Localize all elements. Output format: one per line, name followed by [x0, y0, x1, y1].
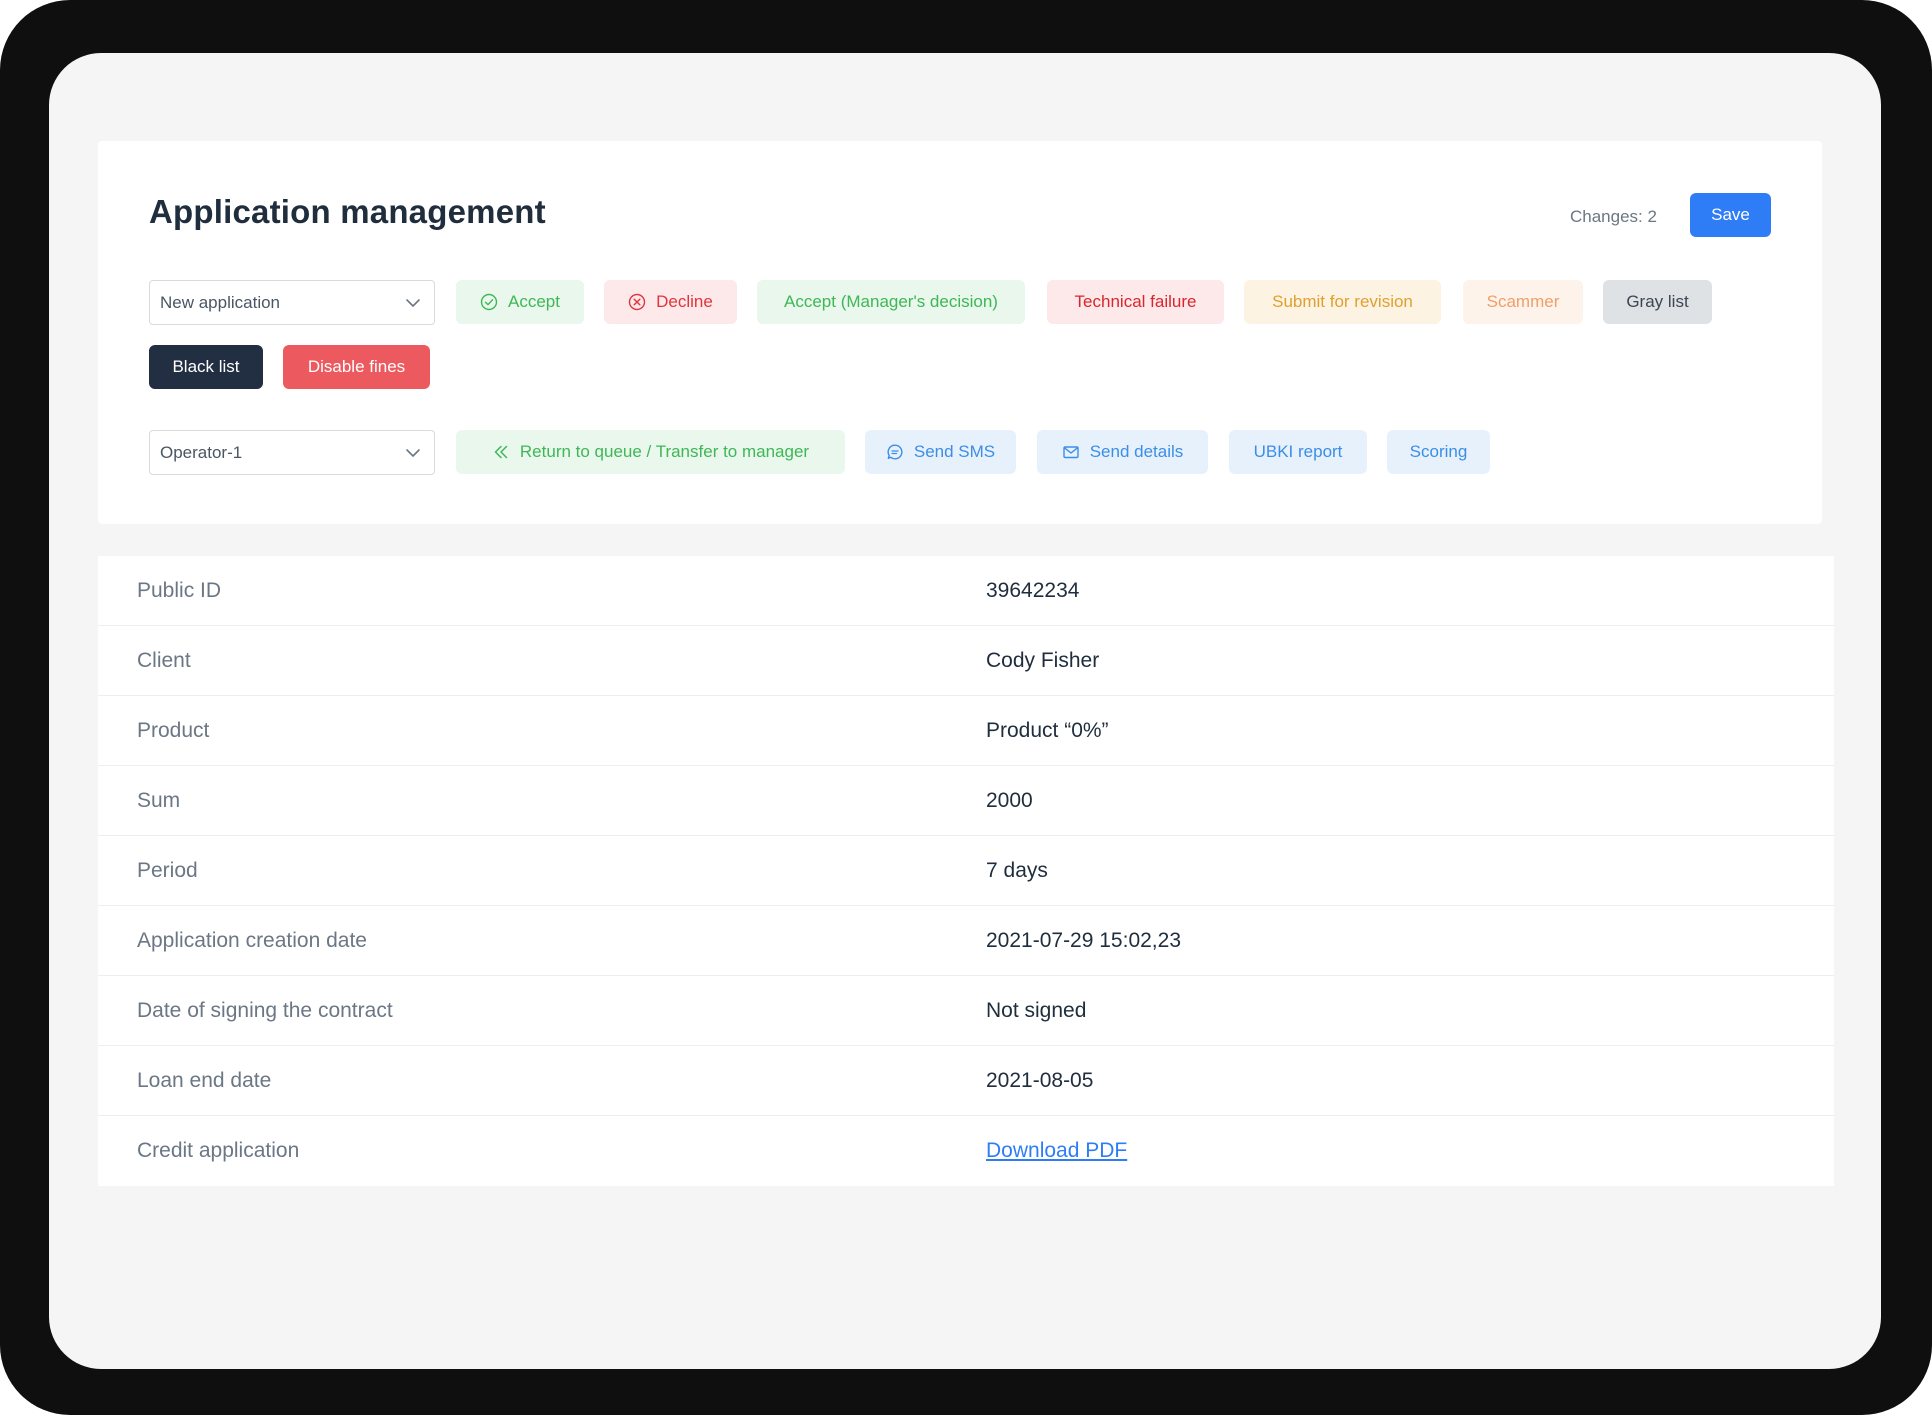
submit-for-revision-label: Submit for revision — [1272, 292, 1413, 311]
period-value: 7 days — [986, 858, 1048, 882]
sum-label: Sum — [137, 788, 181, 812]
technical-failure-label: Technical failure — [1074, 292, 1197, 311]
chat-bubble-icon — [887, 444, 903, 460]
sum-value: 2000 — [986, 788, 1033, 812]
accept-button[interactable]: Accept — [456, 280, 584, 324]
creation-date-label: Application creation date — [137, 928, 367, 952]
chevron-down-icon — [406, 299, 420, 307]
send-details-label: Send details — [1089, 442, 1184, 461]
close-circle-icon — [628, 293, 646, 311]
signing-date-value: Not signed — [986, 998, 1087, 1022]
details-row-sum: Sum 2000 — [98, 766, 1834, 836]
return-to-queue-button[interactable]: Return to queue / Transfer to manager — [456, 430, 845, 474]
check-circle-icon — [480, 293, 498, 311]
details-row-loan-end-date: Loan end date 2021-08-05 — [98, 1046, 1834, 1116]
loan-end-date-label: Loan end date — [137, 1068, 272, 1092]
black-list-button[interactable]: Black list — [149, 345, 263, 389]
accept-manager-label: Accept (Manager's decision) — [784, 292, 998, 311]
application-management-panel: Application management Changes: 2 Save N… — [98, 141, 1822, 524]
return-to-queue-label: Return to queue / Transfer to manager — [519, 442, 810, 461]
details-row-period: Period 7 days — [98, 836, 1834, 906]
details-row-signing-date: Date of signing the contract Not signed — [98, 976, 1834, 1046]
application-details-table: Public ID 39642234 Client Cody Fisher Pr… — [98, 556, 1834, 1186]
mail-icon — [1063, 446, 1079, 459]
decline-button[interactable]: Decline — [604, 280, 737, 324]
disable-fines-button[interactable]: Disable fines — [283, 345, 430, 389]
details-row-client: Client Cody Fisher — [98, 626, 1834, 696]
send-sms-button[interactable]: Send SMS — [865, 430, 1016, 474]
details-row-creation-date: Application creation date 2021-07-29 15:… — [98, 906, 1834, 976]
signing-date-label: Date of signing the contract — [137, 998, 393, 1022]
credit-application-label: Credit application — [137, 1139, 300, 1162]
client-value: Cody Fisher — [986, 648, 1100, 672]
accept-manager-decision-button[interactable]: Accept (Manager's decision) — [757, 280, 1025, 324]
details-row-public-id: Public ID 39642234 — [98, 556, 1834, 626]
black-list-label: Black list — [172, 357, 240, 376]
scoring-label: Scoring — [1409, 442, 1468, 461]
operator-select[interactable]: Operator-1 — [149, 430, 435, 475]
decline-label: Decline — [656, 292, 713, 311]
save-button[interactable]: Save — [1690, 193, 1771, 237]
creation-date-value: 2021-07-29 15:02,23 — [986, 928, 1181, 952]
status-select-value: New application — [160, 292, 281, 312]
changes-counter: Changes: 2 — [1570, 207, 1657, 226]
status-select[interactable]: New application — [149, 280, 435, 325]
gray-list-label: Gray list — [1626, 292, 1689, 311]
details-row-credit-application: Credit application Download PDF — [98, 1116, 1834, 1186]
ubki-report-label: UBKI report — [1253, 442, 1343, 461]
public-id-label: Public ID — [137, 578, 222, 602]
gray-list-button[interactable]: Gray list — [1603, 280, 1712, 324]
period-label: Period — [137, 858, 198, 882]
chevron-down-icon — [406, 449, 420, 457]
product-value: Product “0%” — [986, 718, 1109, 742]
ubki-report-button[interactable]: UBKI report — [1229, 430, 1367, 474]
technical-failure-button[interactable]: Technical failure — [1047, 280, 1224, 324]
double-chevron-left-icon — [494, 445, 508, 459]
details-row-product: Product Product “0%” — [98, 696, 1834, 766]
scammer-button[interactable]: Scammer — [1463, 280, 1583, 324]
scoring-button[interactable]: Scoring — [1387, 430, 1490, 474]
send-details-button[interactable]: Send details — [1037, 430, 1208, 474]
download-pdf-link[interactable]: Download PDF — [986, 1139, 1127, 1163]
page-title: Application management — [149, 193, 546, 230]
public-id-value: 39642234 — [986, 578, 1080, 602]
send-sms-label: Send SMS — [913, 442, 996, 461]
product-label: Product — [137, 718, 210, 742]
submit-for-revision-button[interactable]: Submit for revision — [1244, 280, 1441, 324]
device-frame: Application management Changes: 2 Save N… — [0, 0, 1932, 1415]
disable-fines-label: Disable fines — [307, 357, 406, 376]
client-label: Client — [137, 648, 191, 672]
scammer-label: Scammer — [1486, 292, 1560, 311]
accept-label: Accept — [508, 292, 560, 311]
screen: Application management Changes: 2 Save N… — [49, 53, 1881, 1369]
loan-end-date-value: 2021-08-05 — [986, 1068, 1094, 1092]
operator-select-value: Operator-1 — [160, 442, 243, 462]
